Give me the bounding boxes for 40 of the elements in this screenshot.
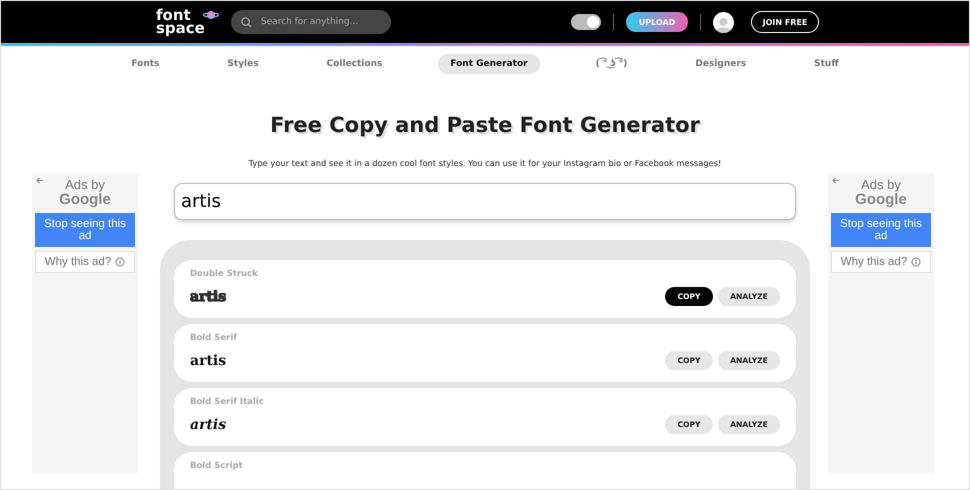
style-name: Double Struck (190, 269, 259, 279)
style-name: Bold Serif Italic (190, 397, 265, 407)
nav-tab[interactable]: Styles (215, 54, 271, 74)
stop-ad-button[interactable]: Stop seeing this ad (831, 213, 931, 247)
sample-text: 𝒂𝒓𝒕𝒊𝒔 (190, 416, 228, 432)
why-ad-button[interactable]: Why this ad? (35, 251, 135, 273)
back-arrow-icon[interactable] (832, 177, 840, 184)
back-arrow-icon[interactable] (36, 177, 44, 184)
join-button[interactable]: JOIN FREE (751, 11, 819, 33)
nav-tab[interactable]: Font Generator (438, 54, 540, 74)
text-input[interactable]: artis (174, 183, 796, 220)
ad-brand: Google (855, 192, 907, 207)
ad-label: Ads by (861, 177, 901, 192)
nav-tab[interactable]: Designers (683, 54, 758, 74)
avatar-icon[interactable] (713, 12, 734, 32)
search-input[interactable]: Search for anything... (258, 16, 379, 28)
nav-tab[interactable]: Stuff (802, 54, 851, 74)
ad-label: Ads by (65, 177, 105, 192)
page-title: Free Copy and Paste Font Generator (269, 113, 701, 137)
logo-text: font (156, 9, 192, 22)
stop-ad-button[interactable]: Stop seeing this ad (35, 213, 135, 247)
nav-tab[interactable]: Collections (314, 54, 394, 74)
info-icon (115, 257, 126, 267)
sample-text: 𝐚𝐫𝐭𝐢𝐬 (190, 352, 228, 368)
search-icon (240, 16, 252, 28)
logo-text: space (156, 22, 205, 35)
upload-button[interactable]: UPLOAD (626, 12, 688, 32)
why-ad-button[interactable]: Why this ad? (831, 251, 931, 273)
search-field[interactable]: Search for anything... (230, 10, 391, 34)
theme-toggle[interactable] (571, 14, 601, 30)
ad-brand: Google (59, 192, 111, 207)
style-name: Bold Script (190, 461, 244, 471)
page-subtitle: Type your text and see it in a dozen cool font styles. You can use it for your Instagram bio or Facebook messages! (248, 158, 722, 168)
style-name: Bold Serif (190, 333, 238, 343)
nav-tab[interactable]: Fonts (119, 54, 172, 74)
nav-tab[interactable]: ( ͡° ͜ʖ ͡°) (584, 54, 640, 74)
planet-icon (202, 9, 219, 21)
logo[interactable]: font space (156, 9, 211, 35)
sample-text: 𝕒𝕣𝕥𝕚𝕤 (190, 288, 228, 304)
info-icon (911, 257, 922, 267)
